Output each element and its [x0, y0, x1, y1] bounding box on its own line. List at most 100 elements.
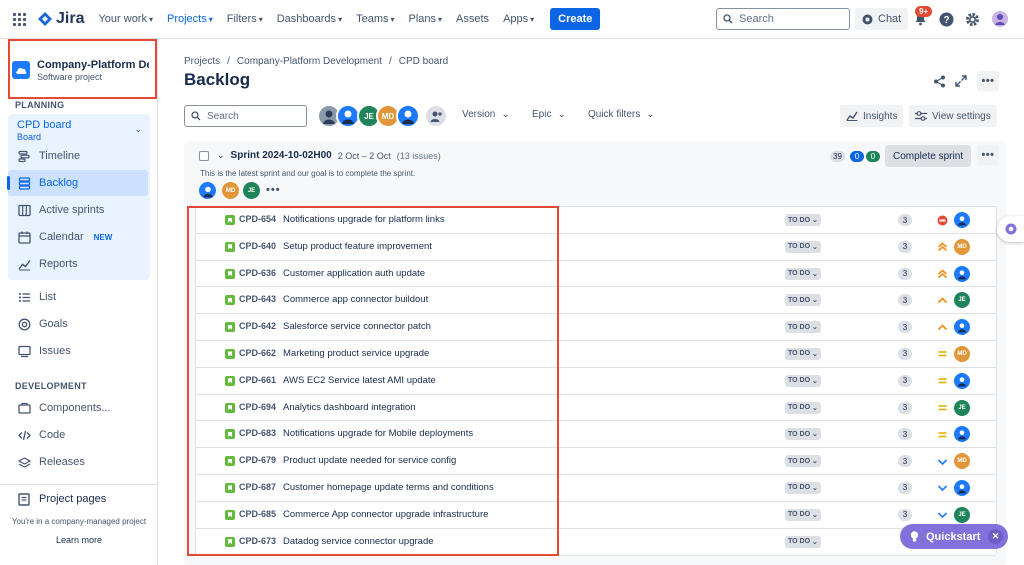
assignee-avatar[interactable] — [954, 372, 970, 389]
status-dropdown[interactable]: TO DO ⌄ — [785, 508, 821, 521]
breadcrumb-board[interactable]: CPD board — [399, 56, 448, 67]
issue-row[interactable]: CPD-640 Setup product feature improvement… — [196, 234, 996, 261]
status-dropdown[interactable]: TO DO ⌄ — [785, 535, 821, 548]
issue-row[interactable]: CPD-679 Product update needed for service… — [196, 448, 996, 475]
version-filter[interactable]: Version ⌄ — [462, 109, 510, 120]
story-points[interactable]: 3 — [898, 374, 912, 387]
nav-assets[interactable]: Assets — [456, 13, 489, 25]
add-people-icon[interactable] — [424, 104, 448, 128]
issue-row[interactable]: CPD-643 Commerce app connector buildout TO… — [196, 287, 996, 315]
sidebar-item-code[interactable]: Code — [8, 422, 148, 448]
issue-key[interactable]: CPD-694 — [239, 402, 276, 412]
global-search-input[interactable]: Search — [716, 8, 850, 30]
story-points[interactable]: 3 — [898, 508, 912, 521]
issue-summary[interactable]: Commerce App connector upgrade infrastru… — [283, 509, 488, 520]
issue-summary[interactable]: Customer homepage update terms and condi… — [283, 482, 494, 493]
issue-key[interactable]: CPD-654 — [239, 214, 276, 224]
sidebar-item-releases[interactable]: Releases — [8, 449, 148, 475]
nav-dashboards[interactable]: Dashboards ▾ — [277, 13, 342, 25]
close-icon[interactable]: ✕ — [988, 529, 1003, 544]
issue-row[interactable]: CPD-683 Notifications upgrade for Mobile … — [196, 421, 996, 449]
issue-key[interactable]: CPD-662 — [239, 348, 276, 358]
assignee-avatar[interactable]: MD — [954, 453, 970, 470]
sidebar-item-issues[interactable]: Issues — [8, 338, 148, 364]
assignee-avatar[interactable]: JE — [954, 506, 970, 523]
issue-key[interactable]: CPD-661 — [239, 375, 276, 385]
sidebar-item-list[interactable]: List — [8, 284, 148, 310]
issue-summary[interactable]: Marketing product service upgrade — [283, 348, 429, 359]
chat-button[interactable]: Chat — [855, 8, 909, 30]
status-dropdown[interactable]: TO DO ⌄ — [785, 267, 821, 280]
issue-summary[interactable]: Analytics dashboard integration — [283, 402, 416, 413]
issue-summary[interactable]: Product update needed for service config — [283, 455, 456, 466]
sidebar-item-timeline[interactable]: Timeline — [8, 143, 148, 169]
issue-row[interactable]: CPD-662 Marketing product service upgrade… — [196, 341, 996, 368]
chevron-down-icon[interactable]: ⌄ — [134, 124, 142, 135]
assistant-bubble-icon[interactable] — [997, 216, 1024, 242]
status-dropdown[interactable]: TO DO ⌄ — [785, 347, 821, 360]
issue-summary[interactable]: Setup product feature improvement — [283, 241, 432, 252]
epic-filter[interactable]: Epic ⌄ — [532, 109, 566, 120]
nav-your-work[interactable]: Your work ▾ — [98, 13, 153, 25]
assignee-avatar[interactable] — [954, 212, 970, 228]
settings-gear-icon[interactable] — [963, 10, 981, 28]
story-points[interactable]: 3 — [898, 347, 912, 360]
story-points[interactable]: 3 — [898, 267, 912, 280]
sprint-checkbox[interactable] — [199, 150, 209, 161]
complete-sprint-button[interactable]: Complete sprint — [885, 145, 972, 167]
status-dropdown[interactable]: TO DO ⌄ — [785, 481, 821, 494]
sprint-assignee-avatar-md[interactable]: MD — [221, 181, 240, 200]
board-switcher[interactable]: CPD board — [17, 119, 71, 131]
issue-key[interactable]: CPD-640 — [239, 241, 276, 251]
profile-avatar[interactable] — [991, 10, 1009, 28]
issue-row[interactable]: CPD-642 Salesforce service connector patc… — [196, 314, 996, 341]
issue-summary[interactable]: Commerce app connector buildout — [283, 294, 428, 305]
issue-row[interactable]: CPD-636 Customer application auth update T… — [196, 261, 996, 288]
more-actions-button[interactable]: ••• — [977, 71, 999, 91]
issue-row[interactable]: CPD-687 Customer homepage update terms an… — [196, 475, 996, 502]
issue-row[interactable]: CPD-685 Commerce App connector upgrade in… — [196, 502, 996, 529]
project-pages-link[interactable]: Project pages — [8, 486, 148, 512]
issue-summary[interactable]: Customer application auth update — [283, 268, 425, 279]
assignee-avatar[interactable] — [954, 479, 970, 496]
status-dropdown[interactable]: TO DO ⌄ — [785, 321, 821, 334]
story-points[interactable]: 3 — [898, 481, 912, 494]
breadcrumb-project[interactable]: Company-Platform Development — [237, 56, 382, 67]
issue-key[interactable]: CPD-687 — [239, 482, 276, 492]
assignee-avatar[interactable] — [954, 265, 970, 282]
issue-summary[interactable]: Salesforce service connector patch — [283, 321, 431, 332]
status-dropdown[interactable]: TO DO ⌄ — [785, 428, 821, 441]
issue-row[interactable]: CPD-673 Datadog service connector upgrade… — [196, 529, 996, 556]
create-button[interactable]: Create — [550, 8, 601, 30]
story-points[interactable]: 3 — [898, 214, 912, 226]
sprint-more-button[interactable]: ••• — [977, 145, 999, 165]
assignee-avatar[interactable]: JE — [954, 399, 970, 416]
backlog-search-input[interactable]: Search — [184, 105, 307, 127]
story-points[interactable]: 3 — [898, 455, 912, 468]
status-dropdown[interactable]: TO DO ⌄ — [785, 374, 821, 387]
assignee-avatar[interactable]: JE — [954, 292, 970, 309]
issue-row[interactable]: CPD-654 Notifications upgrade for platfor… — [196, 207, 996, 234]
nav-teams[interactable]: Teams ▾ — [356, 13, 394, 25]
status-dropdown[interactable]: TO DO ⌄ — [785, 240, 821, 253]
sidebar-item-active-sprints[interactable]: Active sprints — [8, 197, 148, 223]
status-dropdown[interactable]: TO DO ⌄ — [785, 294, 821, 307]
insights-button[interactable]: Insights — [840, 105, 904, 127]
nav-filters[interactable]: Filters ▾ — [227, 13, 263, 25]
app-switcher-icon[interactable] — [10, 10, 28, 28]
issue-summary[interactable]: AWS EC2 Service latest AMI update — [283, 375, 436, 386]
quickstart-button[interactable]: Quickstart ✕ — [900, 524, 1008, 549]
sidebar-item-components[interactable]: Components... — [8, 395, 148, 421]
status-dropdown[interactable]: TO DO ⌄ — [785, 401, 821, 414]
sidebar-item-calendar[interactable]: Calendar NEW — [8, 224, 148, 250]
nav-apps[interactable]: Apps ▾ — [503, 13, 534, 25]
quick-filters[interactable]: Quick filters ⌄ — [588, 109, 655, 120]
share-icon[interactable] — [929, 72, 949, 90]
status-dropdown[interactable]: TO DO ⌄ — [785, 214, 821, 226]
issue-key[interactable]: CPD-636 — [239, 268, 276, 278]
nav-projects[interactable]: Projects ▾ — [167, 13, 213, 25]
story-points[interactable]: 3 — [898, 401, 912, 414]
issue-key[interactable]: CPD-642 — [239, 321, 276, 331]
story-points[interactable]: 3 — [898, 240, 912, 253]
issue-key[interactable]: CPD-683 — [239, 428, 276, 438]
